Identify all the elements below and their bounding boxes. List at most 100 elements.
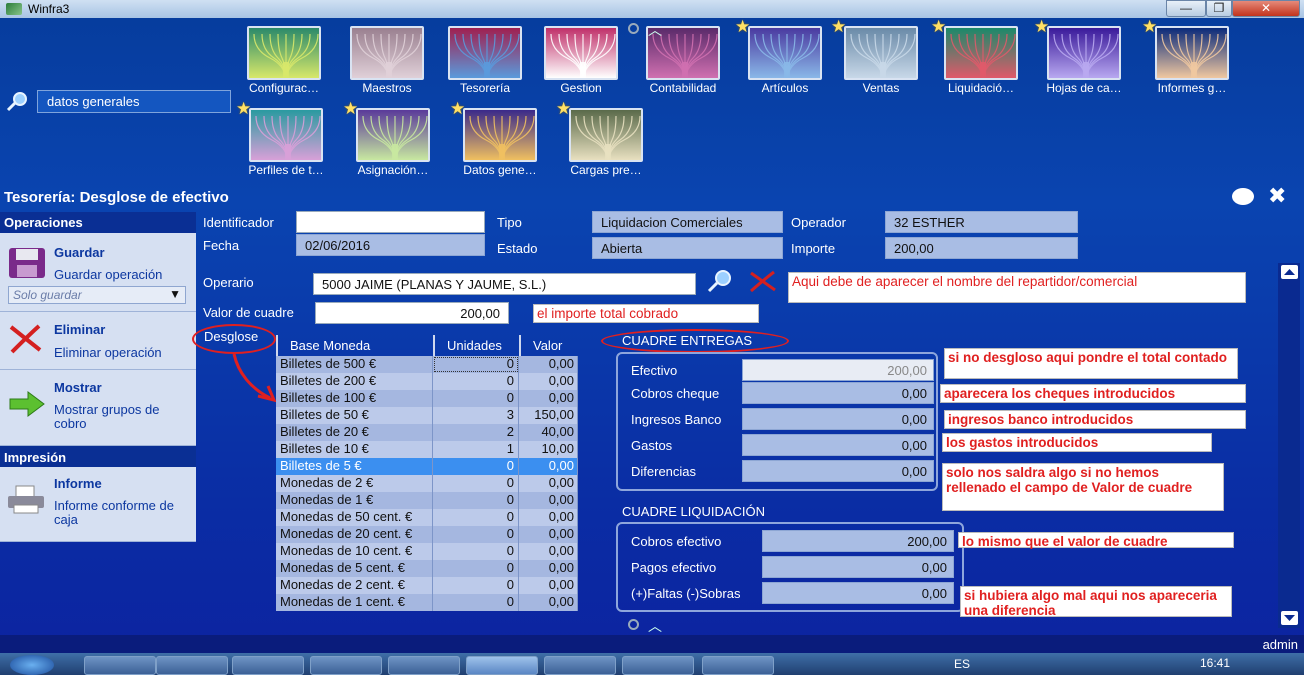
cell-unidades[interactable]: 0 [433,492,519,509]
mostrar-block[interactable]: Mostrar Mostrar grupos de cobro [0,370,196,446]
informe-subtitle[interactable]: Informe conforme de caja [54,499,192,527]
table-row[interactable]: Billetes de 50 € 3 150,00 [276,407,578,424]
module-tile[interactable]: Maestros [349,26,425,95]
taskbar-folder-icon[interactable] [232,656,304,675]
clear-operario-icon[interactable] [748,270,778,295]
taskbar-paint-icon[interactable] [702,656,774,675]
cell-base[interactable]: Billetes de 20 € [276,424,433,441]
cell-base[interactable]: Billetes de 200 € [276,373,433,390]
module-tile[interactable]: Artículos [747,26,823,95]
taskbar-explorer-icon[interactable] [622,656,694,675]
cell-unidades[interactable]: 2 [433,424,519,441]
cell-base[interactable]: Billetes de 10 € [276,441,433,458]
table-row[interactable]: Monedas de 50 cent. € 0 0,00 [276,509,578,526]
favorite-star-icon[interactable]: ★ [831,18,846,35]
scroll-up-arrow-icon[interactable] [1281,265,1298,279]
table-row[interactable]: Monedas de 2 € 0 0,00 [276,475,578,492]
cell-base[interactable]: Monedas de 20 cent. € [276,526,433,543]
module-tile[interactable]: Tesorería [447,26,523,95]
mostrar-title[interactable]: Mostrar [54,380,102,395]
cell-unidades[interactable]: 0 [433,356,519,373]
cell-base[interactable]: Monedas de 2 cent. € [276,577,433,594]
scroll-down-arrow-icon[interactable] [1281,611,1298,625]
cell-unidades[interactable]: 0 [433,577,519,594]
col-unidades[interactable]: Unidades [433,335,519,356]
cell-base[interactable]: Billetes de 100 € [276,390,433,407]
guardar-block[interactable]: Guardar Guardar operación Solo guardar ▼ [0,233,196,312]
table-row[interactable]: Monedas de 5 cent. € 0 0,00 [276,560,578,577]
cell-valor[interactable]: 150,00 [519,407,578,424]
favorite-star-icon[interactable]: ★ [735,18,750,35]
module-tile[interactable]: Perfiles de t… [248,108,324,177]
cell-unidades[interactable]: 0 [433,509,519,526]
cell-unidades[interactable]: 1 [433,441,519,458]
importe-field[interactable]: 200,00 [885,237,1078,259]
table-row[interactable]: Billetes de 100 € 0 0,00 [276,390,578,407]
cell-unidades[interactable]: 0 [433,560,519,577]
cell-valor[interactable]: 0,00 [519,475,578,492]
cell-unidades[interactable]: 0 [433,475,519,492]
cell-unidades[interactable]: 0 [433,526,519,543]
operario-field[interactable]: 5000 JAIME (PLANAS Y JAUME, S.L.) [313,273,696,295]
cell-unidades[interactable]: 0 [433,390,519,407]
cell-base[interactable]: Billetes de 50 € [276,407,433,424]
table-row[interactable]: Billetes de 20 € 2 40,00 [276,424,578,441]
clock[interactable]: 16:41 [1200,656,1230,670]
module-tile[interactable]: Datos gene… [462,108,538,177]
taskbar-media-icon[interactable] [156,656,228,675]
maximize-button[interactable]: ❐ [1206,0,1232,17]
scrollbar[interactable] [1278,263,1300,628]
cell-valor[interactable]: 0,00 [519,543,578,560]
cell-base[interactable]: Billetes de 500 € [276,356,433,373]
valor-cuadre-field[interactable]: 200,00 [315,302,509,324]
entregas-value[interactable]: 0,00 [742,460,934,482]
informe-block[interactable]: Informe Informe conforme de caja [0,467,196,542]
taskbar-chrome-icon[interactable] [310,656,382,675]
informe-title[interactable]: Informe [54,476,102,491]
cell-valor[interactable]: 0,00 [519,373,578,390]
favorite-star-icon[interactable]: ★ [343,100,358,117]
cell-unidades[interactable]: 0 [433,458,519,475]
minimize-button[interactable]: — [1166,0,1206,17]
table-row[interactable]: Billetes de 500 € 0 0,00 [276,356,578,373]
cell-base[interactable]: Monedas de 50 cent. € [276,509,433,526]
table-row[interactable]: Monedas de 1 cent. € 0 0,00 [276,594,578,611]
guardar-subtitle[interactable]: Guardar operación [54,267,162,282]
table-row[interactable]: Monedas de 10 cent. € 0 0,00 [276,543,578,560]
cell-base[interactable]: Monedas de 1 cent. € [276,594,433,611]
cell-unidades[interactable]: 0 [433,373,519,390]
module-tile[interactable]: Hojas de ca… [1046,26,1122,95]
table-row[interactable]: Monedas de 2 cent. € 0 0,00 [276,577,578,594]
cell-base[interactable]: Billetes de 5 € [276,458,433,475]
guardar-mode-select[interactable]: Solo guardar ▼ [8,286,186,304]
entregas-value[interactable]: 0,00 [742,434,934,456]
estado-field[interactable]: Abierta [592,237,783,259]
eliminar-block[interactable]: Eliminar Eliminar operación [0,312,196,370]
col-base[interactable]: Base Moneda [276,335,433,356]
tipo-field[interactable]: Liquidacion Comerciales [592,211,783,233]
cell-valor[interactable]: 0,00 [519,577,578,594]
module-tile[interactable]: Cargas pre… [568,108,644,177]
table-row[interactable]: Monedas de 20 cent. € 0 0,00 [276,526,578,543]
module-tile[interactable]: Configurac… [246,26,322,95]
entregas-value[interactable]: 0,00 [742,382,934,404]
cell-valor[interactable]: 0,00 [519,390,578,407]
eliminar-title[interactable]: Eliminar [54,322,105,337]
table-row[interactable]: Billetes de 200 € 0 0,00 [276,373,578,390]
taskbar-word-icon[interactable] [388,656,460,675]
eliminar-subtitle[interactable]: Eliminar operación [54,345,162,360]
page-indicator-icon[interactable] [628,23,639,34]
search-icon[interactable] [5,90,31,115]
page-indicator-bottom-icon[interactable] [628,619,639,630]
cell-valor[interactable]: 10,00 [519,441,578,458]
table-row[interactable]: Monedas de 1 € 0 0,00 [276,492,578,509]
chevron-up-icon[interactable]: ︿ [648,20,662,40]
cell-base[interactable]: Monedas de 10 cent. € [276,543,433,560]
taskbar-app-icon[interactable] [544,656,616,675]
guardar-title[interactable]: Guardar [54,245,105,260]
favorite-star-icon[interactable]: ★ [236,100,251,117]
close-module-icon[interactable]: ✖ [1268,183,1286,209]
favorite-star-icon[interactable]: ★ [931,18,946,35]
module-tile[interactable]: Gestion [543,26,619,95]
language-indicator[interactable]: ES [954,657,970,671]
